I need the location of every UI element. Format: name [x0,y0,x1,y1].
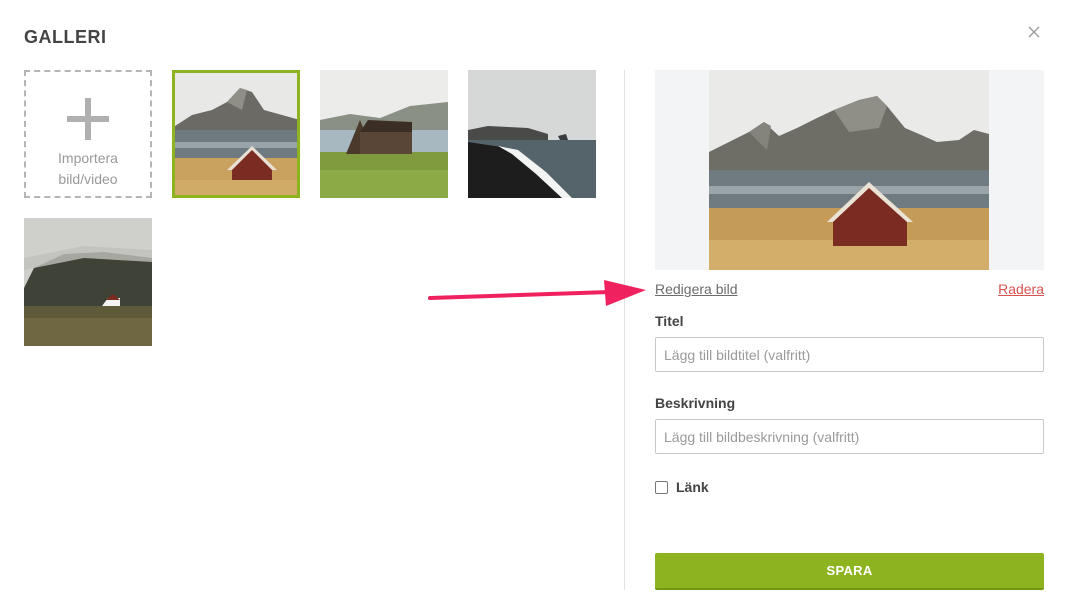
title-input[interactable] [655,337,1044,372]
gallery-thumbnail-mountain-red-cabin[interactable] [172,70,300,198]
save-button[interactable]: SPARA [655,553,1044,590]
close-icon[interactable] [1024,22,1044,42]
import-label: Importera bild/video [58,148,118,190]
link-option[interactable]: Länk [655,479,709,495]
panel-divider [624,70,625,590]
edit-image-link[interactable]: Redigera bild [655,281,738,297]
annotation-arrow-icon [428,280,646,306]
description-input[interactable] [655,419,1044,454]
preview-image [709,70,989,270]
selected-image-preview [655,70,1044,270]
gallery-thumbnail-a-frame-cabin[interactable] [320,70,448,198]
import-media-button[interactable]: Importera bild/video [24,70,152,198]
plus-icon [67,98,109,140]
gallery-thumbnail-black-sand-beach[interactable] [468,70,596,198]
link-checkbox-label: Länk [676,479,709,495]
description-label: Beskrivning [655,395,736,411]
title-label: Titel [655,313,684,329]
gallery-thumbnail-misty-hill-house[interactable] [24,218,152,346]
link-checkbox[interactable] [655,480,668,494]
import-label-line1: Importera [58,150,118,166]
delete-image-link[interactable]: Radera [998,281,1044,297]
dialog-title: GALLERI [24,27,107,47]
import-label-line2: bild/video [58,171,118,187]
